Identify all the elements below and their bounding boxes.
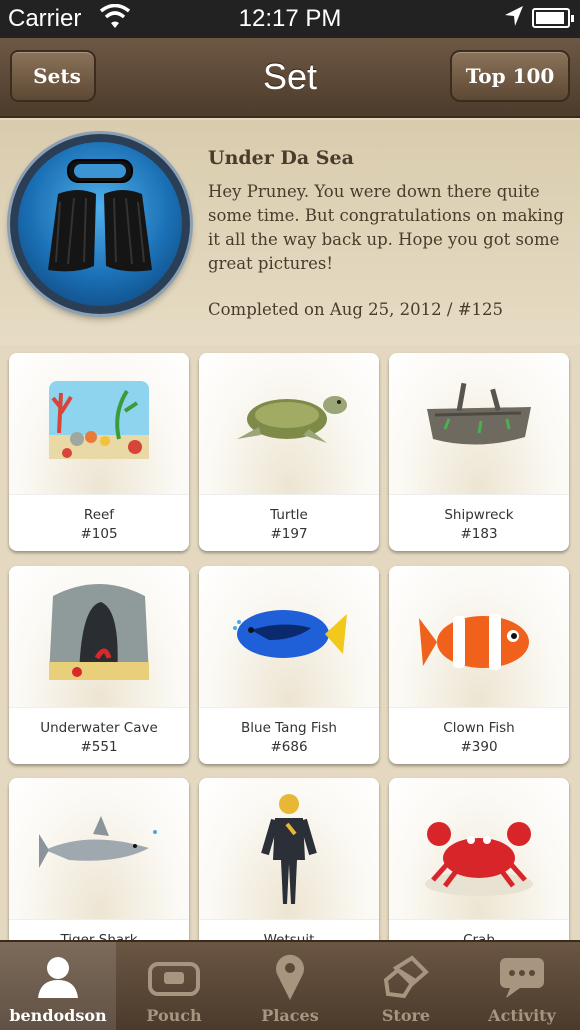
battery-icon: [532, 8, 574, 28]
item-card-clown-fish[interactable]: Clown Fish #390: [389, 566, 569, 764]
cave-icon: [9, 566, 189, 708]
tab-label: Places: [261, 1006, 319, 1025]
chat-icon: [492, 950, 552, 1002]
navigation-bar: Sets Set Top 100: [0, 38, 580, 118]
pouch-icon: [144, 950, 204, 1002]
turtle-icon: [199, 353, 379, 495]
item-name: Blue Tang Fish: [241, 720, 337, 736]
reef-icon: [9, 353, 189, 495]
tab-label: Store: [381, 1006, 431, 1025]
tab-label: bendodson: [9, 1006, 107, 1025]
tab-label: Pouch: [146, 1006, 202, 1025]
shark-icon: [9, 778, 189, 920]
item-name: Reef: [83, 507, 115, 523]
tab-places[interactable]: Places: [232, 942, 348, 1030]
item-card-reef[interactable]: Reef #105: [9, 353, 189, 551]
tab-label: Activity: [488, 1006, 556, 1025]
item-number: #183: [460, 526, 498, 542]
shipwreck-icon: [389, 353, 569, 495]
item-card-shipwreck[interactable]: Shipwreck #183: [389, 353, 569, 551]
pin-icon: [260, 950, 320, 1002]
completed-info: Completed on Aug 25, 2012 / #125: [208, 300, 504, 319]
clock: 12:17 PM: [238, 5, 342, 32]
clownfish-icon: [389, 566, 569, 708]
item-name: Shipwreck: [444, 507, 514, 523]
tab-activity[interactable]: Activity: [464, 942, 580, 1030]
item-name: Turtle: [270, 507, 308, 523]
item-number: #197: [270, 526, 308, 542]
tab-bar: bendodson Pouch Places Store Activity: [0, 940, 580, 1030]
location-arrow-icon: [504, 5, 524, 33]
item-name: Underwater Cave: [40, 720, 158, 736]
tab-pouch[interactable]: Pouch: [116, 942, 232, 1030]
crab-icon: [389, 778, 569, 920]
item-number: #390: [460, 739, 498, 755]
set-description: Hey Pruney. You were down there quite so…: [208, 182, 564, 273]
item-card-underwater-cave[interactable]: Underwater Cave #551: [9, 566, 189, 764]
top-100-button[interactable]: Top 100: [450, 50, 570, 102]
item-card-blue-tang-fish[interactable]: Blue Tang Fish #686: [199, 566, 379, 764]
store-icon: [376, 950, 436, 1002]
item-number: #551: [80, 739, 118, 755]
item-name: Clown Fish: [443, 720, 515, 736]
flippers-mask-icon: [10, 134, 190, 314]
item-number: #686: [270, 739, 308, 755]
tab-store[interactable]: Store: [348, 942, 464, 1030]
set-title: Under Da Sea: [208, 147, 354, 169]
item-card-turtle[interactable]: Turtle #197: [199, 353, 379, 551]
item-number: #105: [80, 526, 118, 542]
blue-tang-icon: [199, 566, 379, 708]
wetsuit-icon: [199, 778, 379, 920]
user-icon: [28, 950, 88, 1002]
status-bar: Carrier 12:17 PM: [0, 0, 580, 38]
tab-bendodson[interactable]: bendodson: [0, 942, 116, 1030]
